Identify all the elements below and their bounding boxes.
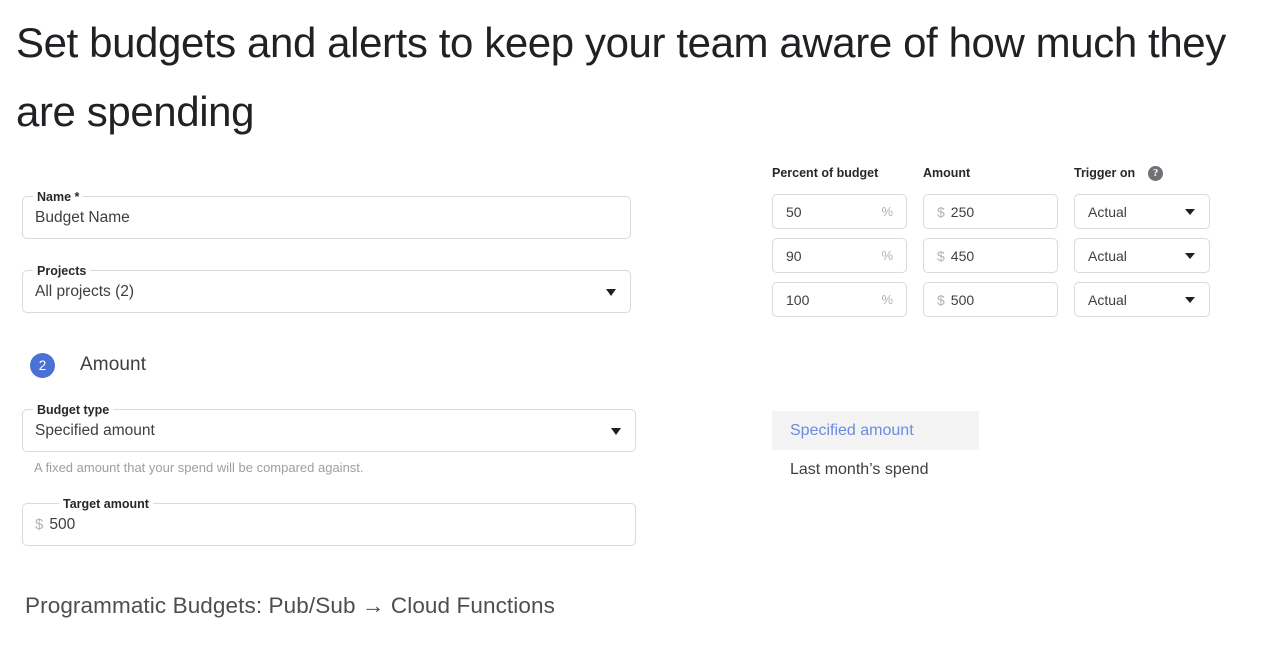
trigger-select[interactable]: Actual bbox=[1074, 194, 1210, 229]
target-amount-field[interactable]: Target amount $ 500 bbox=[22, 496, 636, 546]
budget-type-select[interactable]: Budget type Specified amount bbox=[22, 402, 636, 452]
column-header-amount: Amount bbox=[923, 166, 971, 180]
chevron-down-icon[interactable] bbox=[1185, 252, 1195, 259]
percent-input[interactable]: 50 % bbox=[772, 194, 907, 229]
budget-form: Name * Budget Name Projects All projects… bbox=[22, 189, 638, 546]
currency-prefix: $ bbox=[35, 516, 44, 533]
column-header-trigger: Trigger on ? bbox=[1074, 165, 1210, 181]
trigger-select[interactable]: Actual bbox=[1074, 238, 1210, 273]
percent-input[interactable]: 90 % bbox=[772, 238, 907, 273]
option-specified-amount[interactable]: Specified amount bbox=[772, 411, 979, 450]
table-row: 90 % $ 450 Actual bbox=[772, 238, 1210, 273]
percent-value: 100 bbox=[786, 291, 810, 308]
budget-name-value: Budget Name bbox=[35, 208, 130, 226]
amount-number: 250 bbox=[950, 203, 975, 220]
amount-input[interactable]: $ 250 bbox=[923, 194, 1058, 229]
trigger-value: Actual bbox=[1088, 291, 1127, 308]
budget-type-helper-text: A fixed amount that your spend will be c… bbox=[34, 460, 364, 475]
amount-number: 500 bbox=[950, 291, 975, 308]
chevron-down-icon[interactable] bbox=[1185, 296, 1195, 303]
amount-input[interactable]: $ 500 bbox=[923, 282, 1058, 317]
chevron-down-icon[interactable] bbox=[1185, 208, 1195, 215]
amount-value: $ 250 bbox=[937, 195, 1023, 228]
trigger-cell: Actual bbox=[1074, 194, 1210, 229]
table-row: 50 % $ 250 Actual bbox=[772, 194, 1210, 229]
percent-input[interactable]: 100 % bbox=[772, 282, 907, 317]
option-last-months-spend[interactable]: Last month’s spend bbox=[772, 450, 979, 489]
amount-number: 450 bbox=[950, 247, 975, 264]
page-title: Set budgets and alerts to keep your team… bbox=[16, 19, 1226, 135]
column-header-percent: Percent of budget bbox=[772, 166, 879, 180]
currency-prefix: $ bbox=[937, 247, 945, 264]
amount-value: $ 500 bbox=[937, 283, 1023, 316]
currency-prefix: $ bbox=[937, 203, 945, 220]
percent-cell: 90 % bbox=[772, 238, 907, 273]
footer-caption: Programmatic Budgets: Pub/Sub → Cloud Fu… bbox=[25, 593, 555, 618]
amount-input[interactable]: $ 450 bbox=[923, 238, 1058, 273]
budget-name-field[interactable]: Name * Budget Name bbox=[22, 189, 631, 239]
chevron-down-icon[interactable] bbox=[611, 427, 621, 435]
budget-type-value: Specified amount bbox=[35, 421, 155, 439]
step-title: Amount bbox=[80, 354, 147, 375]
amount-cell: $ 250 bbox=[923, 194, 1058, 229]
chevron-down-icon[interactable] bbox=[606, 288, 616, 296]
percent-suffix: % bbox=[881, 248, 893, 263]
budget-type-option-list: Specified amount Last month’s spend bbox=[772, 411, 979, 489]
trigger-select[interactable]: Actual bbox=[1074, 282, 1210, 317]
trigger-value: Actual bbox=[1088, 247, 1127, 264]
percent-value: 90 bbox=[786, 247, 802, 264]
rules-header-row: Percent of budget Amount Trigger on ? bbox=[772, 161, 1210, 185]
trigger-value: Actual bbox=[1088, 203, 1127, 220]
step-number-badge: 2 bbox=[30, 352, 55, 378]
amount-cell: $ 500 bbox=[923, 282, 1058, 317]
amount-value: $ 450 bbox=[937, 239, 1023, 272]
percent-value: 50 bbox=[786, 203, 802, 220]
target-amount-number: 500 bbox=[49, 515, 76, 533]
column-header-trigger-label: Trigger on bbox=[1074, 166, 1136, 180]
table-row: 100 % $ 500 Actual bbox=[772, 282, 1210, 317]
threshold-rules-table: Percent of budget Amount Trigger on ? 50… bbox=[772, 161, 1210, 317]
projects-select[interactable]: Projects All projects (2) bbox=[22, 263, 631, 313]
percent-suffix: % bbox=[881, 204, 893, 219]
percent-suffix: % bbox=[881, 292, 893, 307]
target-amount-value: $ 500 bbox=[35, 504, 601, 545]
amount-cell: $ 450 bbox=[923, 238, 1058, 273]
trigger-cell: Actual bbox=[1074, 282, 1210, 317]
help-circle-icon[interactable]: ? bbox=[1148, 165, 1164, 181]
currency-prefix: $ bbox=[937, 291, 945, 308]
percent-cell: 50 % bbox=[772, 194, 907, 229]
trigger-cell: Actual bbox=[1074, 238, 1210, 273]
projects-value: All projects (2) bbox=[35, 282, 135, 300]
percent-cell: 100 % bbox=[772, 282, 907, 317]
step-amount-header: 2 Amount bbox=[22, 348, 638, 382]
